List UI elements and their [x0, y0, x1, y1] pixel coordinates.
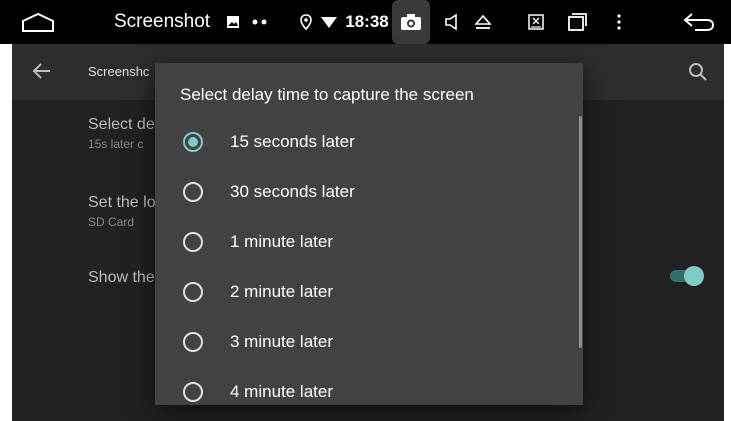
- window-icon[interactable]: [564, 0, 590, 44]
- pref-title: Set the lo: [88, 194, 156, 211]
- option-label: 15 seconds later: [230, 132, 355, 151]
- pref-subtitle: SD Card: [88, 215, 135, 229]
- option-1-minute[interactable]: 1 minute later: [155, 217, 583, 267]
- location-icon: [298, 0, 314, 44]
- image-icon: [224, 0, 242, 44]
- system-bar: Screenshot 18:38: [0, 0, 731, 44]
- pref-subtitle: 15s later c: [88, 137, 144, 151]
- show-toggle-switch[interactable]: [670, 266, 704, 286]
- close-box-icon[interactable]: [524, 0, 548, 44]
- radio-button[interactable]: [183, 232, 203, 252]
- option-4-minute[interactable]: 4 minute later: [155, 367, 583, 405]
- camera-icon[interactable]: [392, 0, 430, 44]
- option-label: 4 minute later: [230, 382, 333, 401]
- option-label: 30 seconds later: [230, 182, 355, 201]
- option-label: 1 minute later: [230, 232, 333, 251]
- pref-show[interactable]: Show the: [88, 269, 155, 287]
- radio-button[interactable]: [183, 282, 203, 302]
- option-3-minute[interactable]: 3 minute later: [155, 317, 583, 367]
- home-icon[interactable]: [18, 0, 58, 44]
- option-list: 15 seconds later 30 seconds later 1 minu…: [155, 117, 583, 405]
- radio-button-checked[interactable]: [183, 132, 203, 152]
- toolbar-title: Screenshc: [88, 64, 150, 79]
- pref-save-location[interactable]: Set the lo SD Card: [88, 194, 156, 229]
- back-arrow-icon[interactable]: [680, 0, 718, 44]
- switch-thumb: [684, 266, 704, 286]
- delay-time-dialog: Select delay time to capture the screen …: [155, 63, 583, 405]
- search-icon[interactable]: [688, 62, 708, 87]
- clock: 18:38: [345, 12, 389, 31]
- pref-title: Select de: [88, 116, 155, 133]
- back-arrow-icon[interactable]: [32, 62, 52, 85]
- radio-button[interactable]: [183, 332, 203, 352]
- option-2-minute[interactable]: 2 minute later: [155, 267, 583, 317]
- more-dots-icon: [248, 0, 272, 44]
- radio-button[interactable]: [183, 382, 203, 402]
- pref-delay-time[interactable]: Select de 15s later c: [88, 116, 155, 151]
- overflow-icon[interactable]: [612, 0, 626, 44]
- option-label: 3 minute later: [230, 332, 333, 351]
- dialog-scrollbar[interactable]: [579, 116, 582, 348]
- eject-icon[interactable]: [470, 0, 496, 44]
- app-name: Screenshot: [113, 11, 211, 32]
- option-label: 2 minute later: [230, 282, 333, 301]
- wifi-icon: [320, 0, 338, 44]
- pref-title: Show the: [88, 269, 155, 286]
- dialog-title: Select delay time to capture the screen: [180, 85, 474, 104]
- option-15-seconds[interactable]: 15 seconds later: [155, 117, 583, 167]
- volume-icon[interactable]: [440, 0, 464, 44]
- radio-button[interactable]: [183, 182, 203, 202]
- option-30-seconds[interactable]: 30 seconds later: [155, 167, 583, 217]
